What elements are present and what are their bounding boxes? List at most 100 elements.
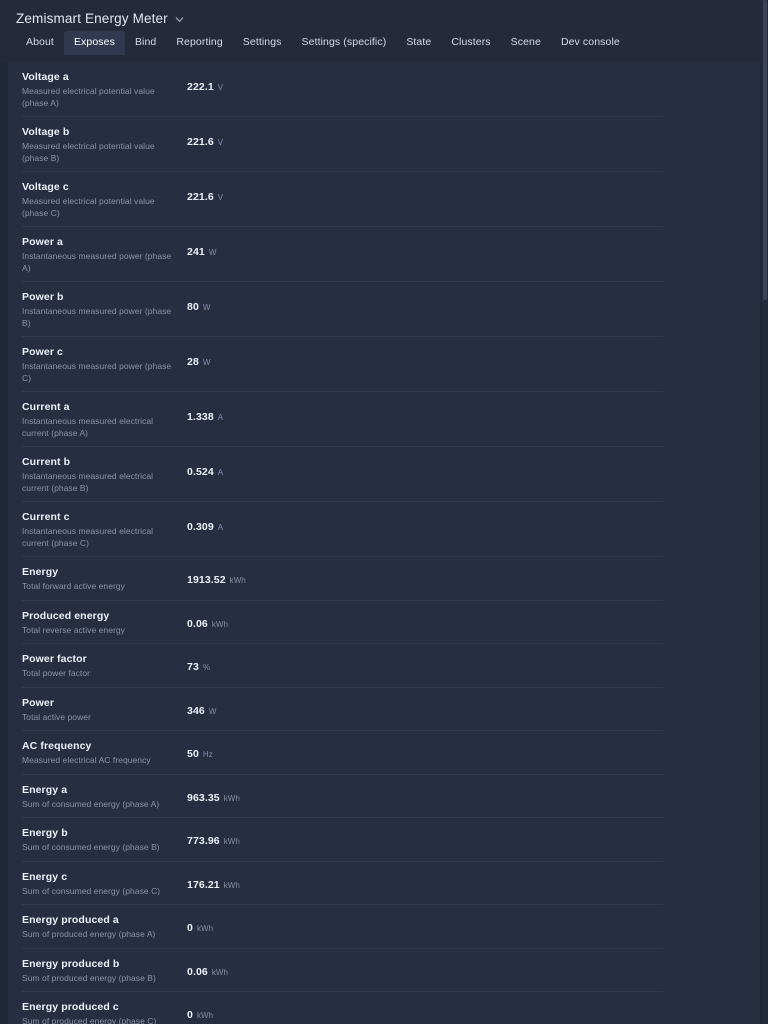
expose-value-cell: 0.524 A (187, 455, 760, 478)
expose-info: Energy produced c Sum of produced energy … (22, 1000, 187, 1024)
expose-row: Current a Instantaneous measured electric… (8, 392, 760, 447)
expose-row: Energy Total forward active energy 1913.52… (8, 557, 760, 601)
expose-description: Sum of produced energy (phase A) (22, 929, 156, 939)
expose-row: Power factor Total power factor 73% (8, 644, 760, 688)
expose-info: Current b Instantaneous measured electric… (22, 455, 187, 494)
expose-info: AC frequency Measured electrical AC frequ… (22, 739, 187, 767)
expose-label: Energy produced a (22, 914, 119, 926)
expose-info: Power Total active power (22, 696, 187, 724)
expose-info: Voltage b Measured electrical potential v… (22, 125, 187, 164)
expose-label: Current a (22, 401, 70, 413)
vertical-scrollbar[interactable] (762, 0, 768, 1024)
expose-label: Power (22, 696, 55, 709)
tab-exposes[interactable]: Exposes (63, 31, 125, 55)
chevron-down-icon[interactable] (175, 15, 184, 24)
expose-value: 73 (187, 661, 199, 673)
expose-unit: V (217, 193, 224, 202)
tab-about[interactable]: About (16, 31, 64, 55)
expose-description: Measured electrical potential value (pha… (22, 86, 155, 108)
expose-value-cell: 1.338 A (187, 400, 760, 423)
expose-value: 80 (187, 301, 199, 313)
app-header: Zemismart Energy Meter About Exposes Bind R… (0, 0, 768, 62)
expose-row: Voltage a Measured electrical potential v… (8, 62, 760, 117)
expose-unit: Hz (202, 750, 213, 759)
expose-row: Voltage c Measured electrical potential v… (8, 172, 760, 227)
expose-unit: A (217, 523, 224, 532)
expose-description: Total active power (22, 711, 91, 722)
expose-label: Voltage a (22, 71, 69, 83)
expose-unit: % (202, 663, 211, 672)
exposes-panel: Voltage a Measured electrical potential v… (8, 62, 760, 1024)
expose-unit: kWh (223, 837, 240, 846)
expose-unit: kWh (223, 793, 240, 803)
expose-value: 0 (187, 1009, 193, 1021)
expose-value: 963.35 (187, 791, 220, 804)
expose-info: Voltage c Measured electrical potential v… (22, 180, 187, 219)
expose-value-cell: 80 W (187, 290, 760, 313)
scrollbar-thumb[interactable] (763, 0, 767, 300)
tab-reporting[interactable]: Reporting (166, 31, 232, 55)
tab-state[interactable]: State (396, 31, 441, 55)
expose-description: Instantaneous measured electrical curren… (22, 526, 154, 548)
expose-value-cell: 963.35 kWh (187, 783, 760, 804)
expose-unit: V (217, 83, 224, 92)
expose-row: Power b Instantaneous measured power (pha… (8, 282, 760, 337)
expose-value: 28 (187, 356, 199, 368)
tab-bar: About Exposes Bind Reporting Settings Setting… (16, 30, 768, 55)
tab-settings-specific[interactable]: Settings (specific) (292, 31, 397, 55)
expose-label: Energy a (22, 783, 68, 796)
tab-settings[interactable]: Settings (233, 31, 292, 55)
expose-value-cell: 0 kWh (187, 1000, 760, 1021)
expose-value-cell: 0.06 kWh (187, 957, 760, 978)
expose-unit: kWh (196, 924, 214, 933)
expose-value: 1.338 (187, 411, 214, 423)
device-title-row[interactable]: Zemismart Energy Meter (16, 0, 768, 30)
expose-label: Power c (22, 346, 63, 358)
expose-label: Energy c (22, 870, 68, 883)
expose-value-cell: 176.21 kWh (187, 870, 760, 891)
expose-unit: W (202, 358, 211, 367)
expose-value: 50 (187, 748, 199, 760)
expose-unit: V (217, 138, 224, 147)
expose-row: Power c Instantaneous measured power (pha… (8, 337, 760, 392)
expose-unit: kWh (229, 576, 246, 585)
expose-label: Power a (22, 236, 63, 248)
expose-value-cell: 1913.52 kWh (187, 565, 760, 586)
expose-info: Energy produced a Sum of produced energy … (22, 913, 187, 941)
expose-info: Power c Instantaneous measured power (pha… (22, 345, 187, 384)
expose-row: AC frequency Measured electrical AC frequ… (8, 731, 760, 775)
expose-value: 221.6 (187, 136, 214, 148)
expose-description: Measured electrical potential value (pha… (22, 141, 155, 163)
expose-description: Instantaneous measured power (phase B) (22, 306, 172, 328)
tab-scene[interactable]: Scene (501, 31, 551, 55)
expose-value-cell: 28 W (187, 345, 760, 368)
tab-bind[interactable]: Bind (125, 31, 166, 55)
expose-value-cell: 0 kWh (187, 913, 760, 934)
expose-label: Current b (22, 456, 71, 468)
tab-dev-console[interactable]: Dev console (551, 31, 630, 55)
expose-unit: A (217, 413, 224, 422)
expose-description: Sum of produced energy (phase B) (22, 972, 156, 983)
expose-info: Energy a Sum of consumed energy (phase A) (22, 783, 187, 811)
expose-value-cell: 221.6 V (187, 125, 760, 148)
expose-row: Power a Instantaneous measured power (pha… (8, 227, 760, 282)
expose-value: 176.21 (187, 878, 220, 891)
tab-clusters[interactable]: Clusters (441, 31, 500, 55)
expose-row: Energy c Sum of consumed energy (phase C)… (8, 862, 760, 906)
expose-description: Instantaneous measured power (phase A) (22, 251, 172, 273)
expose-description: Measured electrical potential value (pha… (22, 196, 155, 218)
expose-description: Measured electrical AC frequency (22, 755, 151, 765)
expose-label: Produced energy (22, 609, 110, 622)
expose-unit: W (208, 248, 217, 257)
expose-value: 0 (187, 922, 193, 934)
expose-row: Energy produced b Sum of produced energy … (8, 949, 760, 993)
expose-unit: kWh (196, 1011, 214, 1020)
expose-row: Energy a Sum of consumed energy (phase A)… (8, 775, 760, 819)
expose-unit: W (202, 303, 211, 312)
expose-description: Total reverse active energy (22, 624, 125, 635)
expose-info: Current a Instantaneous measured electric… (22, 400, 187, 439)
expose-row: Current c Instantaneous measured electric… (8, 502, 760, 557)
expose-description: Sum of produced energy (phase C) (22, 1016, 157, 1024)
expose-description: Total forward active energy (22, 581, 125, 591)
expose-info: Power b Instantaneous measured power (pha… (22, 290, 187, 329)
